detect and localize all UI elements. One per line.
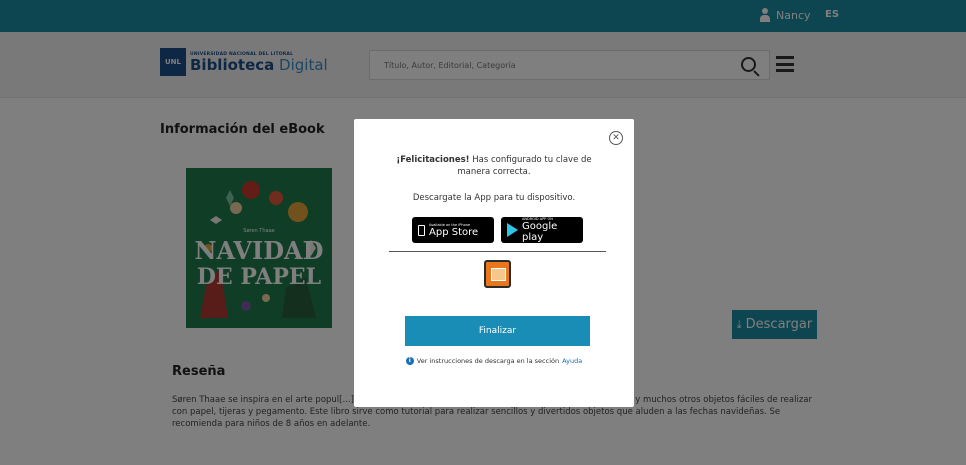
info-icon: i [405,357,414,365]
congrats-bold: ¡Felicitaciones! [396,155,470,165]
success-modal: ✕ ¡Felicitaciones! Has configurado tu cl… [354,119,634,407]
close-icon[interactable]: ✕ [609,131,623,145]
play-icon [507,223,518,237]
help-link[interactable]: Ayuda [562,357,582,365]
phone-icon [418,224,425,236]
google-play-label: Google play [522,221,558,243]
download-app-text: Descargate la App para tu dispositivo. [412,193,576,203]
help-line: i Ver instrucciones de descarga en la se… [354,357,634,365]
congrats-message: ¡Felicitaciones! Has configurado tu clav… [379,154,609,178]
app-store-button[interactable]: Available on the iPhone App Store [412,217,494,243]
app-store-label: App Store [429,226,479,238]
divider [389,251,606,252]
finalizar-button[interactable]: Finalizar [405,316,590,346]
reader-app-icon[interactable] [484,260,511,288]
congrats-text: Has configurado tu clave de manera corre… [457,155,592,177]
help-text: Ver instrucciones de descarga en la secc… [416,357,560,365]
google-play-button[interactable]: ANDROID APP ON Google play [501,217,583,243]
